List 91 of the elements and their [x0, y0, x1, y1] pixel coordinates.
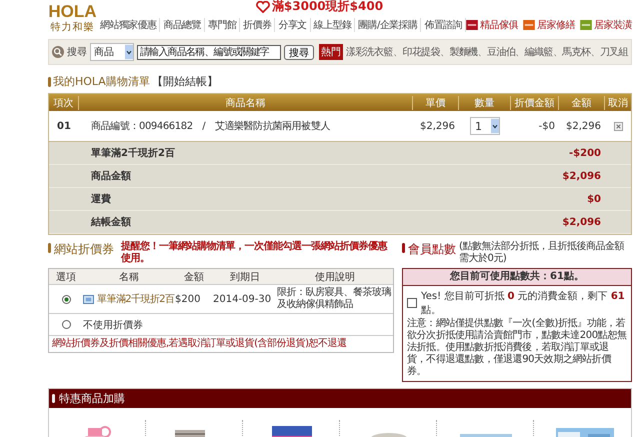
search-icon: [52, 46, 64, 58]
summary-label: 結帳金額: [90, 216, 132, 229]
summary-value: $2,096: [561, 216, 602, 228]
brand-logo-icon: [523, 20, 535, 30]
hot-badge: 熱門: [318, 44, 343, 60]
section-title: 網站折價券: [54, 241, 114, 258]
column-header: 到期日: [229, 270, 261, 284]
summary-value: $2,096: [561, 170, 602, 182]
caret-icon: [491, 118, 499, 134]
nav-link[interactable]: 團購/企業採購: [355, 18, 422, 32]
column-header: 名稱: [118, 270, 140, 284]
keyword-link[interactable]: 製麵機: [449, 45, 478, 59]
points-note: 注意：網站僅提供點數『一次(全數)折抵』功能，若欲分次折抵使用請洽賣館門市，點數未達200點恕無法折抵。使用點數折抵消費後，若取消訂單或退貨，不得退還點數，僅退還90天效期之網站折價券。: [407, 318, 627, 378]
column-header: 金額: [183, 270, 205, 284]
caret-icon: [124, 44, 133, 60]
section-title: 會員點數: [408, 241, 456, 258]
coupon-name: 單筆滿2千現折2百: [97, 292, 174, 306]
column-header: 折價金額: [511, 96, 559, 110]
summary-value: $0: [586, 194, 602, 204]
search-field[interactable]: 請輸入商品名稱、編號或關鍵字: [136, 44, 281, 60]
promo-text: 滿$3000現折$400: [272, 0, 384, 15]
logo-name: 特力和樂: [50, 20, 94, 34]
nav-link[interactable]: 分享文: [275, 18, 311, 32]
bullet-icon: [52, 394, 55, 403]
column-header: 金額: [559, 96, 605, 110]
table-cell-text: 01: [56, 120, 72, 132]
search-button[interactable]: 搜尋: [284, 44, 314, 60]
keyword-link[interactable]: 印花提袋: [402, 45, 440, 59]
coupon-note: 提醒您！一筆網站購物清單，一次僅能勾選一張網站折價券優惠使用。: [121, 241, 388, 265]
coupon-option: 不使用折價券: [83, 318, 393, 332]
search-label: 搜尋: [67, 46, 87, 59]
table-cell-text: $200: [175, 294, 202, 304]
table-cell-text: $2,296: [565, 120, 602, 132]
section-title: 特惠商品加購: [59, 391, 125, 406]
quantity-dropdown[interactable]: 1: [470, 117, 500, 135]
bullet-icon: [48, 243, 51, 253]
separator: 、: [590, 47, 600, 59]
keyword-link[interactable]: 編織籃: [524, 45, 553, 59]
cart-subtitle: 【開始結帳】: [152, 74, 218, 89]
separator: 、: [392, 46, 402, 59]
promo-banner[interactable]: 滿$3000現折$400: [256, 0, 384, 16]
separator: 、: [552, 46, 562, 59]
points-available: 您目前可使用點數共：61點。: [403, 269, 631, 286]
nav-link[interactable]: 線上型錄: [310, 18, 356, 32]
points-offer: Yes! 您目前可折抵 0 元的消費金額，剩下 61 點。: [421, 290, 626, 317]
column-header: 數量: [459, 96, 511, 110]
column-header: 項次: [49, 96, 79, 110]
summary-label: 運費: [90, 192, 112, 206]
column-header: 單價: [413, 96, 459, 110]
table-cell-text: 商品編號：009466182 / 艾適樂醫防抗菌兩用被雙人: [90, 120, 332, 133]
separator: 、: [440, 46, 450, 59]
keyword-link[interactable]: 刀叉組: [600, 45, 628, 59]
radio-button[interactable]: [62, 320, 70, 329]
nav-link[interactable]: 商品總覽: [160, 18, 205, 32]
brand-link[interactable]: 居家修繕: [523, 18, 575, 32]
column-header: 商品名稱: [79, 96, 413, 110]
table-cell-text: 2014-09-30: [213, 294, 272, 304]
table-cell-text: 限折：臥房寢具、餐茶玻璃及收納傢俱精飾品: [277, 287, 392, 311]
points-subtitle: (點數無法部分折抵，且折抵後商品金額需大於0元): [459, 241, 626, 265]
brand-link[interactable]: 居家裝潢: [580, 18, 632, 32]
nav-link[interactable]: 專門館: [205, 18, 240, 32]
cart-title: 我的HOLA購物清單: [53, 74, 150, 89]
column-header: 取消: [607, 96, 629, 110]
logo[interactable]: HOLA 特力和樂: [48, 0, 97, 36]
summary-label: 單筆滿2千現折2百: [90, 146, 176, 160]
keyword-link[interactable]: 馬克杯: [562, 45, 590, 59]
bullet-icon: [48, 76, 51, 86]
logo-wordmark: HOLA: [48, 4, 97, 20]
column-header: 選項: [55, 270, 77, 284]
summary-label: 商品金額: [90, 169, 132, 183]
brand-link[interactable]: 精品傢俱: [466, 18, 518, 32]
brand-logo-icon: [466, 20, 478, 30]
close-icon[interactable]: [614, 122, 622, 130]
radio-button[interactable]: [62, 294, 70, 304]
summary-value: -$200: [568, 148, 602, 158]
brand-logo-icon: [580, 20, 592, 30]
separator: 、: [478, 46, 487, 59]
table-cell-text: $2,296: [419, 120, 456, 132]
keyword-link[interactable]: 豆油伯: [486, 45, 516, 59]
coupon-footnote: 網站折價券及折價相關優惠,若遇取消訂單或退貨(含部份退貨)恕不退還: [51, 336, 348, 351]
nav-link[interactable]: 網站獨家優惠: [96, 18, 160, 32]
separator: 、: [515, 46, 525, 59]
coupon-icon: [83, 294, 94, 304]
scope-dropdown[interactable]: 商品: [90, 43, 134, 61]
nav-link[interactable]: 折價券: [240, 18, 276, 32]
column-header: 使用說明: [314, 270, 356, 284]
bullet-icon: [402, 243, 405, 253]
keyword-link[interactable]: 漾彩洗衣籃: [346, 45, 393, 59]
table-cell-text: -$0: [538, 120, 556, 132]
checkbox[interactable]: [407, 298, 417, 308]
heart-icon: [256, 0, 270, 12]
